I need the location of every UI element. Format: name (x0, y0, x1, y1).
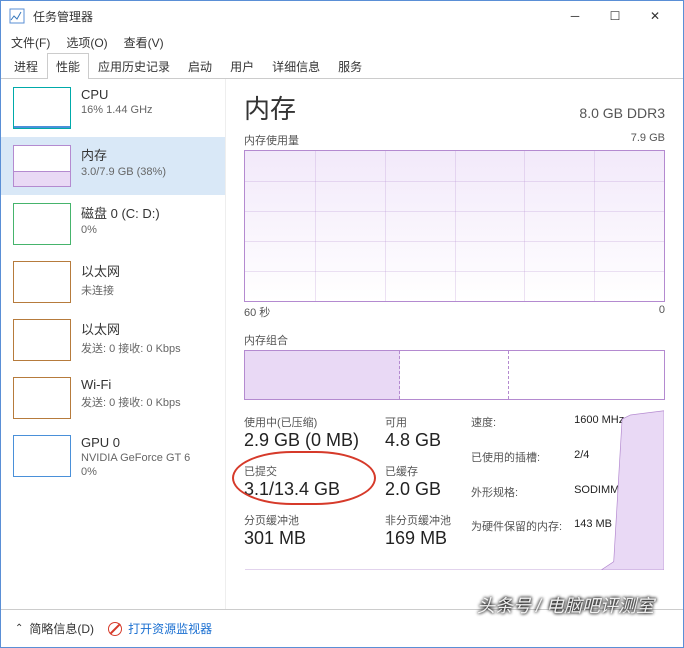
sidebar-item-label: CPU (81, 87, 153, 102)
disk-thumb-icon (13, 203, 71, 245)
menubar: 文件(F) 选项(O) 查看(V) (1, 31, 683, 53)
sidebar-item-ethernet-1[interactable]: 以太网 发送: 0 接收: 0 Kbps (1, 311, 225, 369)
tab-details[interactable]: 详细信息 (263, 53, 329, 79)
sidebar-item-sub: 发送: 0 接收: 0 Kbps (81, 340, 181, 356)
ethernet-thumb-icon (13, 261, 71, 303)
resmon-icon (108, 622, 122, 636)
sidebar-item-sub: 发送: 0 接收: 0 Kbps (81, 394, 181, 410)
tab-startup[interactable]: 启动 (179, 53, 221, 79)
sidebar-item-label: 磁盘 0 (C: D:) (81, 203, 160, 222)
window-title: 任务管理器 (33, 8, 555, 25)
sidebar: CPU 16% 1.44 GHz 内存 3.0/7.9 GB (38%) 磁盘 … (1, 79, 226, 609)
tab-users[interactable]: 用户 (221, 53, 263, 79)
footer: ⌃ 简略信息(D) 打开资源监视器 (1, 609, 683, 647)
open-resource-monitor-link[interactable]: 打开资源监视器 (108, 620, 212, 637)
ethernet-thumb-icon (13, 319, 71, 361)
tab-services[interactable]: 服务 (329, 53, 371, 79)
sidebar-item-sub: 3.0/7.9 GB (38%) (81, 166, 166, 178)
sidebar-item-label: 以太网 (81, 261, 120, 280)
close-button[interactable]: ✕ (635, 2, 675, 30)
sidebar-item-disk[interactable]: 磁盘 0 (C: D:) 0% (1, 195, 225, 253)
sidebar-item-sub: NVIDIA GeForce GT 6 (81, 452, 190, 464)
taskmgr-icon (9, 8, 25, 24)
chevron-up-icon: ⌃ (15, 623, 23, 634)
page-title: 内存 (244, 89, 296, 126)
sidebar-item-label: Wi-Fi (81, 377, 181, 392)
sidebar-item-wifi[interactable]: Wi-Fi 发送: 0 接收: 0 Kbps (1, 369, 225, 427)
sidebar-item-cpu[interactable]: CPU 16% 1.44 GHz (1, 79, 225, 137)
tab-performance[interactable]: 性能 (47, 53, 89, 79)
sidebar-item-ethernet-0[interactable]: 以太网 未连接 (1, 253, 225, 311)
minimize-button[interactable]: ─ (555, 2, 595, 30)
memory-usage-chart (244, 150, 665, 302)
menu-options[interactable]: 选项(O) (62, 32, 111, 53)
memory-capacity: 8.0 GB DDR3 (579, 105, 665, 121)
menu-file[interactable]: 文件(F) (7, 32, 54, 53)
stat-committed: 已提交 3.1/13.4 GB (244, 463, 359, 500)
memory-composition-chart (244, 350, 665, 400)
sidebar-item-label: 内存 (81, 145, 166, 164)
chart-usage-label: 内存使用量 (244, 132, 299, 148)
maximize-button[interactable]: ☐ (595, 2, 635, 30)
sidebar-item-sub2: 0% (81, 466, 190, 478)
chart-max-label: 7.9 GB (631, 132, 665, 148)
sidebar-item-label: GPU 0 (81, 435, 190, 450)
tab-processes[interactable]: 进程 (5, 53, 47, 79)
fewer-details-button[interactable]: ⌃ 简略信息(D) (15, 620, 94, 637)
menu-view[interactable]: 查看(V) (120, 32, 168, 53)
sidebar-item-sub: 未连接 (81, 282, 120, 298)
tab-app-history[interactable]: 应用历史记录 (89, 53, 179, 79)
titlebar[interactable]: 任务管理器 ─ ☐ ✕ (1, 1, 683, 31)
memory-thumb-icon (13, 145, 71, 187)
sidebar-item-sub: 16% 1.44 GHz (81, 104, 153, 116)
sidebar-item-gpu[interactable]: GPU 0 NVIDIA GeForce GT 6 0% (1, 427, 225, 486)
tabs: 进程 性能 应用历史记录 启动 用户 详细信息 服务 (1, 53, 683, 79)
sidebar-item-memory[interactable]: 内存 3.0/7.9 GB (38%) (1, 137, 225, 195)
gpu-thumb-icon (13, 435, 71, 477)
sidebar-item-label: 以太网 (81, 319, 181, 338)
wifi-thumb-icon (13, 377, 71, 419)
sidebar-item-sub: 0% (81, 224, 160, 236)
main-panel: 内存 8.0 GB DDR3 内存使用量 7.9 GB 60 秒 0 (226, 79, 683, 609)
cpu-thumb-icon (13, 87, 71, 129)
